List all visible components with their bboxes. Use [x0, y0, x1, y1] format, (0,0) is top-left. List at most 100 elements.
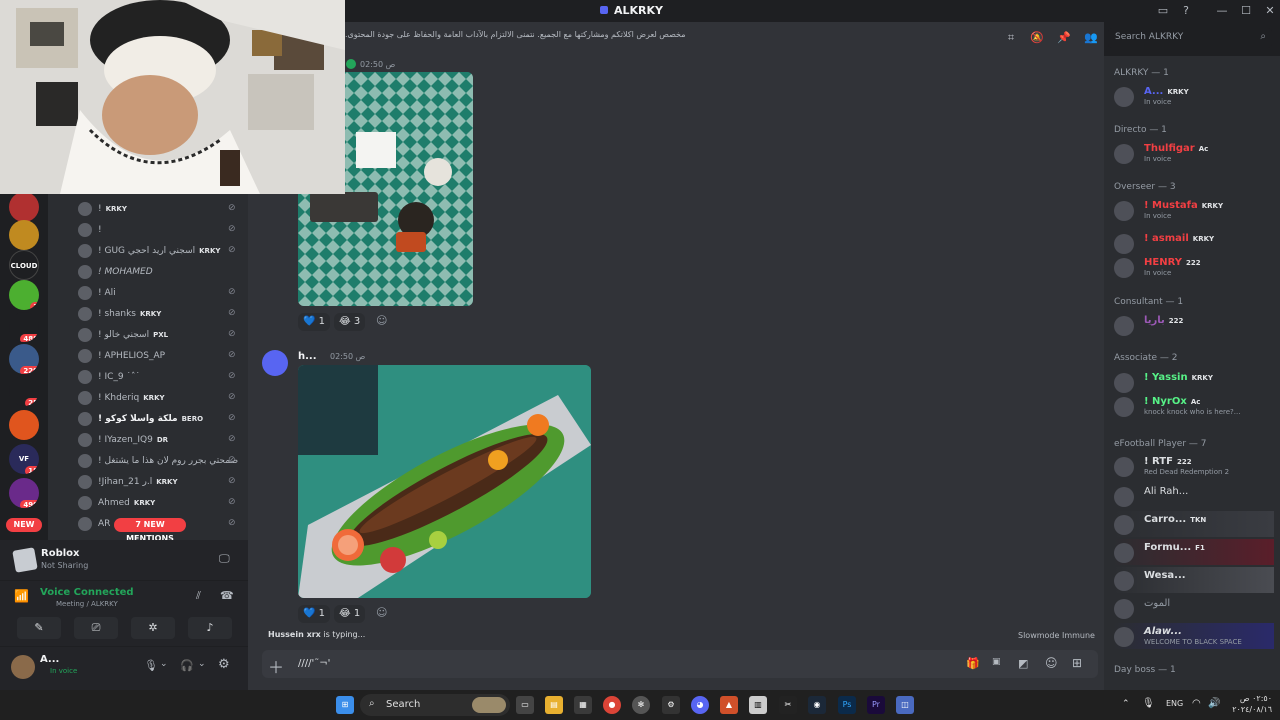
chatgpt-icon[interactable]: ✻	[632, 696, 650, 714]
camera-button[interactable]: ✎	[17, 617, 61, 639]
close-button[interactable]: ✕	[1262, 3, 1278, 19]
volume-icon[interactable]: 🔊	[1208, 698, 1220, 709]
voice-channel[interactable]: Meeting / ALKRKY	[56, 600, 118, 608]
member-list-icon[interactable]: 👥	[1084, 31, 1098, 45]
premiere-icon[interactable]: Pr	[867, 696, 885, 714]
member-item[interactable]: ! Mustafa KRKY In voice	[1114, 197, 1274, 223]
gif-icon[interactable]: ▣	[992, 657, 1001, 667]
taskbar-search[interactable]: ⌕ Search	[360, 694, 510, 716]
server-icon[interactable]: 490	[9, 478, 39, 508]
gift-icon[interactable]: 🎁	[966, 657, 980, 670]
member-item[interactable]: HENRY 222 In voice	[1114, 254, 1274, 280]
chevron-down-icon[interactable]: ⌄	[198, 659, 206, 669]
file-explorer-icon[interactable]: ▤	[545, 696, 563, 714]
search-box[interactable]: Search ALKRKY ⌕	[1108, 28, 1272, 48]
author-avatar[interactable]	[262, 350, 288, 376]
threads-icon[interactable]: ⌗	[1004, 31, 1018, 45]
voice-user[interactable]: ! Khderiq KRKY ⊘	[78, 389, 238, 409]
member-item[interactable]: A... KRKY In voice	[1114, 83, 1274, 109]
gear-icon[interactable]: ⚙	[218, 657, 230, 672]
server-icon[interactable]: CLOUD	[9, 250, 39, 280]
server-icon[interactable]: 1	[9, 280, 39, 310]
noise-suppression-icon[interactable]: ⫽	[196, 589, 201, 603]
sticker-icon[interactable]: ◩	[1018, 657, 1028, 670]
add-reaction-icon[interactable]: ☺	[376, 606, 387, 619]
new-unreads-pill[interactable]: NEW	[6, 518, 42, 532]
store-icon[interactable]: ▦	[574, 696, 592, 714]
voice-user[interactable]: ! shanks KRKY ⊘	[78, 305, 238, 325]
reaction-heart[interactable]: 💙 1	[298, 313, 331, 331]
voice-user[interactable]: !Jihan_21 ا.ر KRKY ⊘	[78, 473, 238, 493]
notification-muted-icon[interactable]: 🔕	[1030, 31, 1044, 45]
member-item[interactable]: Formu... F1	[1114, 539, 1274, 565]
avatar[interactable]	[11, 655, 35, 679]
photoshop-icon[interactable]: Ps	[838, 696, 856, 714]
message-composer[interactable]: ＋ ////'˜¬' 🎁 ▣ ◩ ☺ ⊞	[262, 650, 1098, 678]
voice-user[interactable]: ! KRKY ⊘	[78, 200, 238, 220]
emoji-icon[interactable]: ☺	[1045, 656, 1058, 670]
member-item[interactable]: Thulfigar Ac In voice	[1114, 140, 1274, 166]
voice-user[interactable]: ! ⊘	[78, 221, 238, 241]
member-item[interactable]: باريا 222	[1114, 312, 1274, 338]
minimize-button[interactable]: —	[1214, 3, 1230, 19]
microphone-icon[interactable]: 🎙	[144, 659, 158, 672]
stream-icon[interactable]: 🖵	[219, 552, 230, 566]
server-icon[interactable]	[9, 410, 39, 440]
server-icon[interactable]	[9, 192, 39, 222]
voice-user[interactable]: ! اسجني خالو PXL ⊘	[78, 326, 238, 346]
voice-user[interactable]: ! APHELIOS_AP ⊘	[78, 347, 238, 367]
server-icon[interactable]	[9, 220, 39, 250]
member-item[interactable]: Carro... TKN	[1114, 511, 1274, 537]
language-indicator[interactable]: ENG	[1166, 699, 1183, 708]
screen-share-button[interactable]: ⎚	[74, 617, 118, 639]
server-icon[interactable]: 488	[9, 312, 39, 342]
member-item[interactable]: Wesa...	[1114, 567, 1274, 593]
reaction-laugh[interactable]: 😂 3	[334, 313, 366, 331]
activities-button[interactable]: ✲	[131, 617, 175, 639]
reaction-laugh[interactable]: 😂 1	[334, 605, 366, 623]
server-icon[interactable]: 25	[9, 376, 39, 406]
soundboard-button[interactable]: ♪	[188, 617, 232, 639]
voice-user[interactable]: ! صمحتي بجرر روم لان هذا ما يشتغل ⊘	[78, 452, 238, 472]
add-attachment-icon[interactable]: ＋	[268, 654, 284, 678]
voice-user[interactable]: ! Ali ⊘	[78, 284, 238, 304]
inbox-icon[interactable]: ▭	[1155, 3, 1171, 19]
windows-start-icon[interactable]: ⊞	[336, 696, 354, 714]
add-reaction-icon[interactable]: ☺	[376, 314, 387, 327]
settings-icon[interactable]: ⚙	[662, 696, 680, 714]
new-mentions-pill[interactable]: 7 NEW MENTIONS	[114, 518, 186, 543]
chrome-icon[interactable]: ●	[603, 696, 621, 714]
disconnect-icon[interactable]: ☎	[220, 589, 234, 602]
member-item[interactable]: ! RTF 222 Red Dead Redemption 2	[1114, 453, 1274, 479]
member-item[interactable]: ! asmail KRKY	[1114, 230, 1274, 256]
voice-user[interactable]: ! IYazen_IQ9 DR ⊘	[78, 431, 238, 451]
member-item[interactable]: ! NyrOx Ac knock knock who is here?...	[1114, 393, 1274, 419]
member-item[interactable]: Ali Rah...	[1114, 483, 1274, 509]
voice-user[interactable]: ! MOHAMED	[78, 263, 238, 283]
member-item[interactable]: Alaw... WELCOME TO BLACK SPACE	[1114, 623, 1274, 649]
voice-user[interactable]: Ahmed KRKY ⊘	[78, 494, 238, 514]
tray-chevron-icon[interactable]: ⌃	[1122, 699, 1130, 709]
server-icon[interactable]: VF 18	[9, 444, 39, 474]
help-icon[interactable]: ?	[1178, 3, 1194, 19]
task-view-icon[interactable]: ▭	[516, 696, 534, 714]
voice-user[interactable]: ! GUG اسجني اريد احجي KRKY ⊘	[78, 242, 238, 262]
tray-mic-icon[interactable]: 🎙	[1142, 698, 1155, 709]
wifi-icon[interactable]: ◠	[1192, 698, 1201, 709]
server-icon[interactable]: 229	[9, 344, 39, 374]
headphones-icon[interactable]: 🎧	[180, 659, 194, 672]
message-author[interactable]: h...	[298, 351, 317, 362]
discord-taskbar-icon[interactable]: ◕	[691, 696, 709, 714]
apps-icon[interactable]: ⊞	[1072, 656, 1082, 670]
chevron-down-icon[interactable]: ⌄	[160, 659, 168, 669]
member-item[interactable]: الموت	[1114, 595, 1274, 621]
voice-user[interactable]: ! IC_9 ˙ˆ˙ ⊘	[78, 368, 238, 388]
signal-icon[interactable]: 📶	[14, 589, 29, 603]
steam-icon[interactable]: ◉	[808, 696, 826, 714]
notepad-icon[interactable]: ▥	[749, 696, 767, 714]
capcut-icon[interactable]: ✂	[779, 696, 797, 714]
pin-icon[interactable]: 📌	[1057, 31, 1071, 45]
member-item[interactable]: ! Yassin KRKY	[1114, 369, 1274, 395]
food-image-crocodile[interactable]	[298, 365, 591, 598]
reaction-heart[interactable]: 💙 1	[298, 605, 331, 623]
